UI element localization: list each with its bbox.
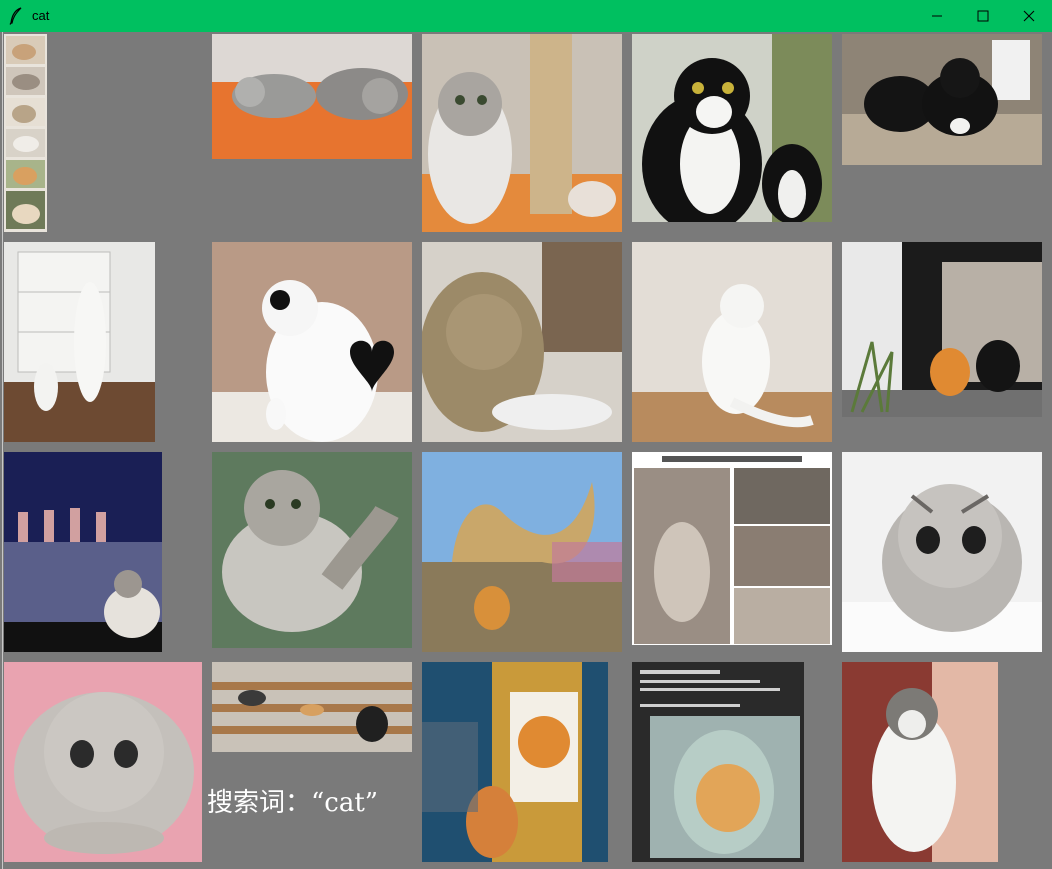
cat-photo-heart-pattern-cat <box>212 242 412 442</box>
cat-photo-cat-watching-dancers <box>4 452 162 652</box>
cat-photo-classroom-cat <box>212 662 412 752</box>
close-button[interactable] <box>1006 0 1052 32</box>
cat-photo-ginger-and-black-cat <box>842 242 1042 417</box>
window-title: cat <box>32 8 50 23</box>
cat-photo-cat-painting-tiger <box>422 662 608 862</box>
cat-photo-cat-in-jar-screenshot <box>632 662 804 862</box>
cat-photo-white-cat-waving <box>632 242 832 442</box>
cat-photo-cat-reaching-paw <box>422 242 622 442</box>
cat-photo-held-fluffy-cat <box>842 662 998 862</box>
search-term-caption: 搜索词：“cat” <box>207 788 379 818</box>
cat-photo-sad-tabby-cat <box>842 452 1042 652</box>
title-bar[interactable]: cat <box>0 0 1052 32</box>
cat-photo-strip-thumbnails <box>4 34 47 232</box>
minimize-button[interactable] <box>914 0 960 32</box>
cat-photo-gray-cat-leg-up <box>212 452 412 648</box>
feather-icon <box>9 7 23 25</box>
cat-photo-two-gray-cats-sleeping <box>212 34 412 159</box>
cat-photo-kitten-scratching-post <box>422 34 622 232</box>
cat-photo-two-black-cats-on-floor <box>842 34 1042 165</box>
cat-photo-black-white-cats <box>632 34 832 222</box>
cat-photo-cats-on-drawers <box>4 242 155 442</box>
minimize-icon <box>932 15 942 17</box>
maximize-button[interactable] <box>960 0 1006 32</box>
close-icon <box>1023 10 1035 22</box>
cat-photo-comic-collage <box>632 452 832 645</box>
cat-photo-sad-cat-pink-blanket <box>4 662 202 862</box>
maximize-icon <box>977 10 989 22</box>
cat-photo-shiba-and-straw-dragon <box>422 452 622 652</box>
